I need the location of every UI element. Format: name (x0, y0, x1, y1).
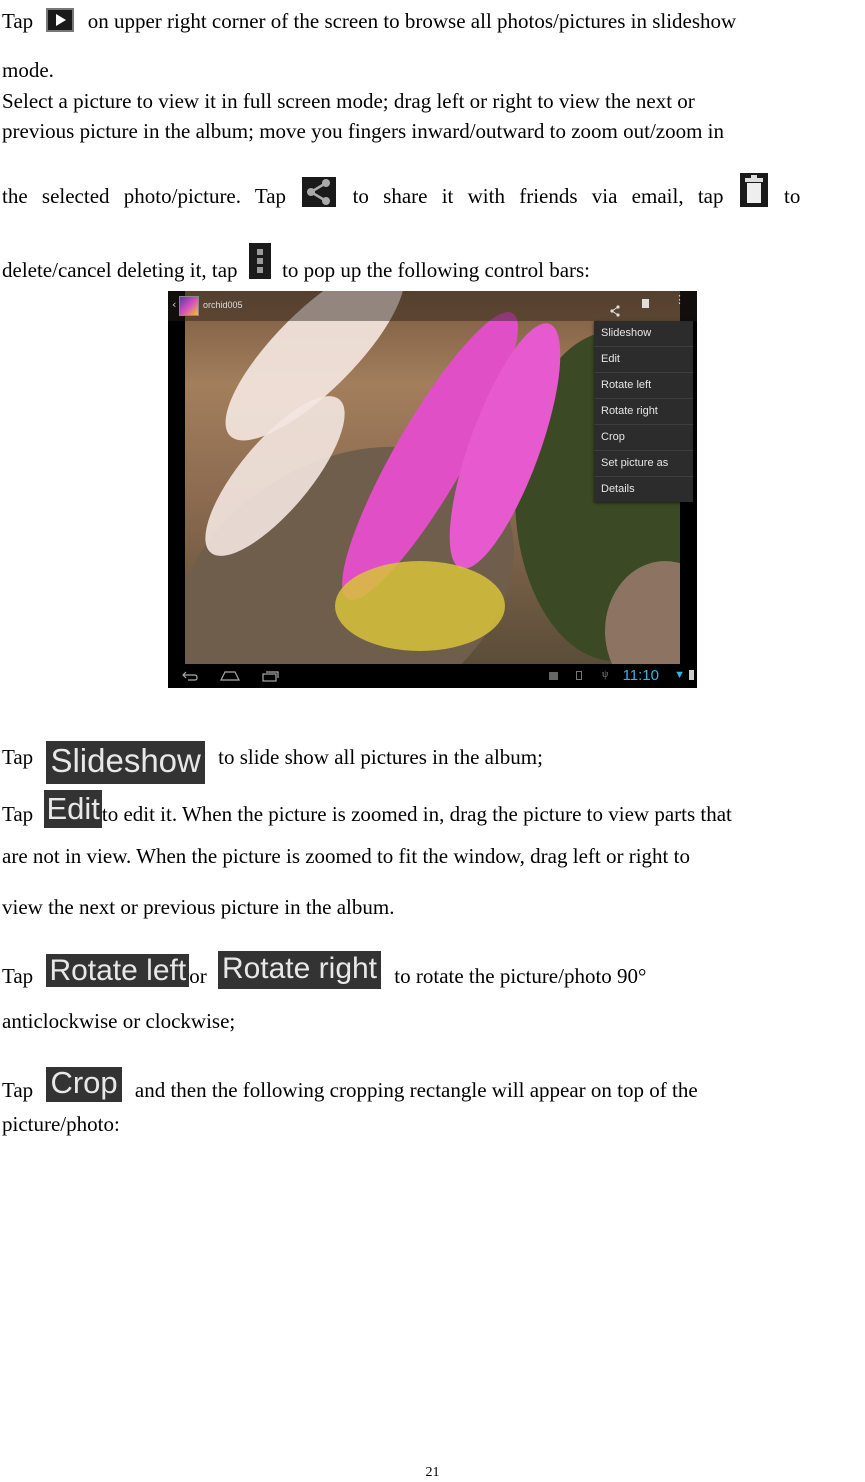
para-crop: Tap Crop and then the following cropping… (2, 1067, 865, 1106)
album-title: orchid005 (203, 300, 243, 310)
text: Tap (2, 802, 34, 826)
text: Tap (2, 1078, 34, 1102)
clock: 11:10 (622, 667, 659, 684)
text: or (189, 964, 207, 988)
text: picture/photo: (2, 1112, 120, 1136)
menu-item-rotate-left[interactable]: Rotate left (594, 373, 693, 399)
text: Tap (2, 745, 34, 769)
menu-item-details[interactable]: Details (594, 477, 693, 502)
battery-icon (689, 670, 694, 680)
text: and then the following cropping rectangl… (134, 1078, 698, 1102)
para-slideshow-mode: Tap on upper right corner of the screen … (2, 8, 865, 33)
text: Tap (2, 964, 34, 988)
menu-item-slideshow[interactable]: Slideshow (594, 321, 693, 347)
text: are not in view. When the picture is zoo… (2, 844, 690, 868)
trash-icon (739, 173, 768, 207)
action-bar: ‹ orchid005 ⋮ (168, 291, 697, 321)
text: delete/cancel deleting it, tap (2, 258, 238, 282)
para-edit: Tap Editto edit it. When the picture is … (2, 790, 865, 830)
menu-item-set-picture-as[interactable]: Set picture as (594, 451, 693, 477)
text: Tap (2, 9, 34, 33)
system-nav-bar: ψ 11:10 ▼ (168, 664, 697, 688)
play-slideshow-icon (46, 8, 75, 32)
menu-item-rotate-right[interactable]: Rotate right (594, 399, 693, 425)
text: the selected photo/picture. Tap (2, 184, 287, 208)
para-rotate: Tap Rotate left or Rotate right to rotate… (2, 951, 865, 994)
share-icon[interactable] (609, 298, 621, 323)
para-share-delete: the selected photo/picture. Tap to share… (2, 173, 865, 208)
text: previous picture in the album; move you … (2, 119, 725, 143)
text: to pop up the following control bars: (282, 258, 591, 282)
rotate-right-button-image: Rotate right (217, 951, 382, 989)
share-icon (302, 177, 337, 207)
trash-icon[interactable] (642, 299, 649, 308)
album-thumbnail-icon[interactable] (179, 296, 199, 316)
page-number: 21 (425, 1465, 440, 1480)
text: on upper right corner of the screen to b… (87, 9, 737, 33)
para-slideshow: Tap Slideshow to slide show all pictures… (2, 733, 865, 784)
text: anticlockwise or clockwise; (2, 1009, 236, 1033)
overflow-menu-icon (248, 243, 271, 279)
crop-button-image: Crop (46, 1067, 122, 1102)
menu-item-crop[interactable]: Crop (594, 425, 693, 451)
overflow-menu: Slideshow Edit Rotate left Rotate right … (594, 321, 693, 502)
text: mode. (2, 58, 54, 82)
gallery-screenshot: ‹ orchid005 ⋮ Slideshow Edit Rotate left… (168, 291, 697, 688)
rotate-left-button-image: Rotate left (46, 954, 190, 987)
wifi-icon: ▼ (674, 669, 685, 681)
recent-apps-icon[interactable] (262, 670, 280, 682)
sd-card-icon (576, 671, 582, 680)
slideshow-button-image: Slideshow (46, 741, 205, 784)
menu-item-edit[interactable]: Edit (594, 347, 693, 373)
usb-icon: ψ (602, 669, 609, 680)
text: view the next or previous picture in the… (2, 895, 395, 919)
text: to (783, 184, 801, 208)
home-icon[interactable] (220, 670, 240, 681)
text: to rotate the picture/photo 90° (394, 964, 647, 988)
para-overflow: delete/cancel deleting it, tap to pop up… (2, 243, 865, 282)
text: to share it with friends via email, tap (352, 184, 724, 208)
text: to edit it. When the picture is zoomed i… (101, 802, 732, 826)
text: to slide show all pictures in the album; (218, 745, 543, 769)
back-icon[interactable] (182, 671, 198, 681)
overflow-menu-icon[interactable]: ⋮ (674, 295, 685, 306)
text: Select a picture to view it in full scre… (2, 89, 695, 113)
gallery-notification-icon (549, 672, 558, 680)
back-chevron-icon[interactable]: ‹ (172, 298, 176, 311)
edit-button-image: Edit (44, 790, 102, 828)
